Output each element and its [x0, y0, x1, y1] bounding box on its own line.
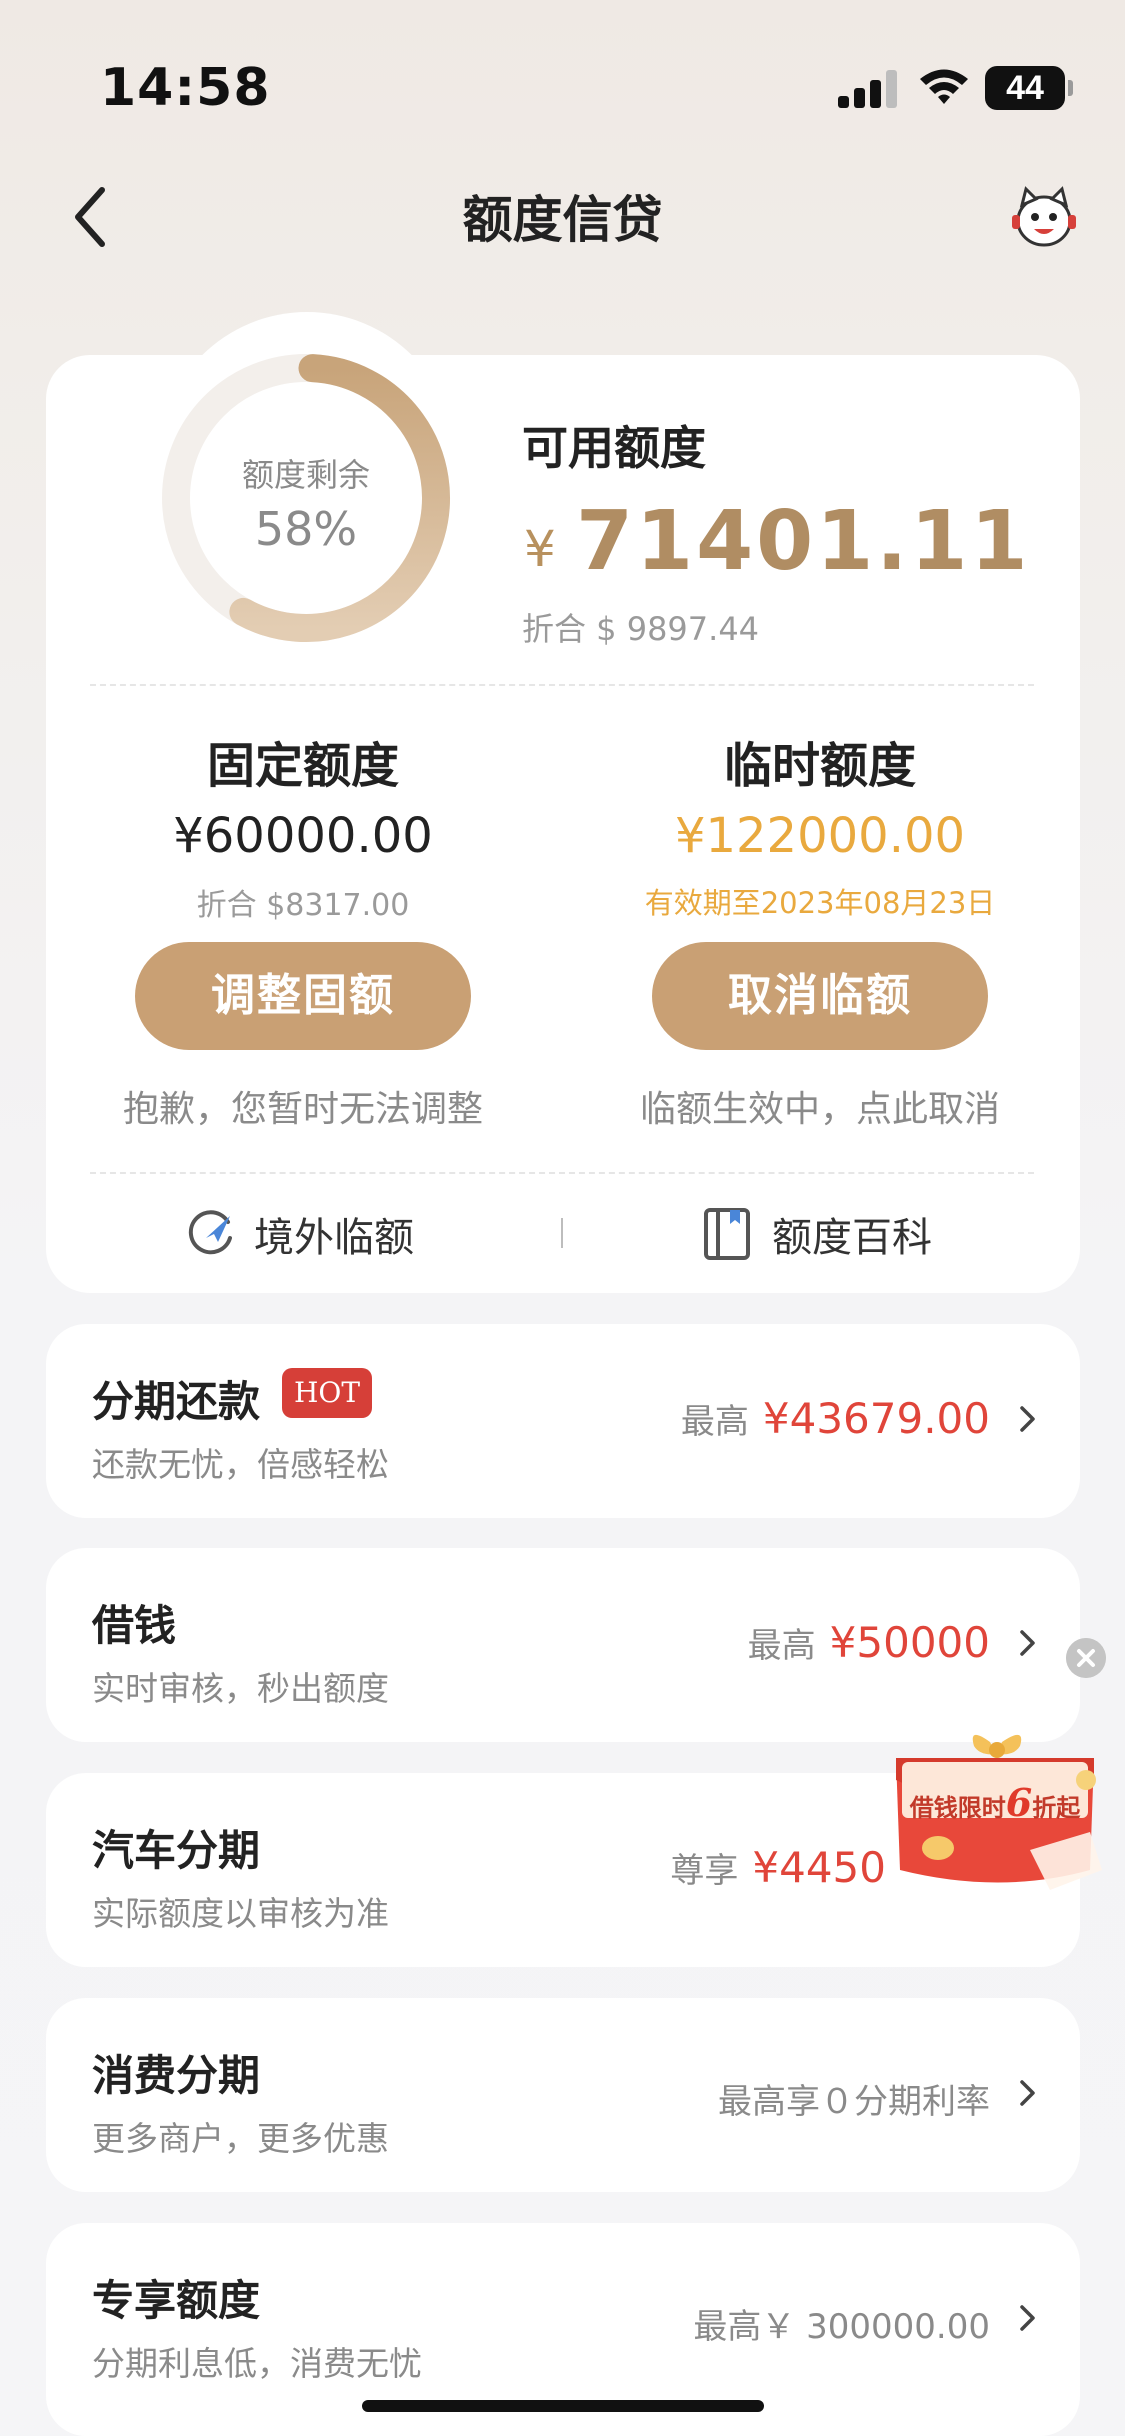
battery-icon: 44: [985, 66, 1073, 110]
mascot-icon[interactable]: [1010, 185, 1078, 249]
right-label: 尊享: [670, 1851, 739, 1891]
promo-discount: 6: [1005, 1780, 1033, 1825]
chevron-right-icon: [1020, 1630, 1035, 1656]
list-item-borrow[interactable]: 借钱 实时审核，秒出额度 最高 ¥50000: [46, 1548, 1080, 1742]
list-item-subtitle: 实时审核，秒出额度: [92, 1669, 389, 1708]
fixed-quota-note: 抱歉，您暂时无法调整: [122, 1089, 483, 1130]
right-label: 最高: [747, 1626, 816, 1666]
fixed-quota-amount: ¥60000.00: [173, 808, 433, 864]
quota-wiki-link[interactable]: 额度百科: [772, 1205, 932, 1263]
list-item-right: 最高￥ 300000.00: [693, 2299, 990, 2348]
chevron-right-icon: [1020, 2080, 1035, 2106]
temp-quota-expiry: 有效期至2023年08月23日: [644, 886, 996, 920]
chevron-right-icon: [1020, 2305, 1035, 2331]
right-label: 最高: [680, 1402, 749, 1442]
list-item-title: 消费分期: [92, 2051, 261, 2100]
list-item-title: 专享额度: [92, 2276, 261, 2325]
list-item-right: 尊享 ¥4450: [670, 1843, 886, 1892]
remaining-quota-ring: [162, 354, 450, 642]
adjust-fixed-button[interactable]: 调整固额: [135, 942, 471, 1050]
fixed-quota-title: 固定额度: [206, 738, 399, 794]
list-item-title: 汽车分期: [92, 1826, 261, 1875]
wifi-icon: [920, 69, 968, 104]
list-item-subtitle: 分期利息低，消费无忧: [92, 2344, 422, 2383]
promo-text[interactable]: 借钱限时6折起: [900, 1780, 1090, 1825]
list-item-subtitle: 更多商户，更多优惠: [92, 2119, 389, 2158]
overseas-temp-link[interactable]: 境外临额: [254, 1205, 414, 1263]
list-item-right: 最高 ¥43679.00: [681, 1394, 990, 1443]
page-title: 额度信贷: [462, 191, 663, 249]
right-label: 最高享０分期利率: [718, 2082, 990, 2122]
fixed-quota-usd: 折合 $8317.00: [196, 888, 410, 923]
temp-quota-amount: ¥122000.00: [674, 808, 966, 864]
list-item-title: 借钱: [92, 1601, 177, 1650]
right-value: ¥43679.00: [762, 1394, 990, 1443]
ring-percent: 58%: [254, 502, 358, 556]
right-value: ¥50000: [829, 1618, 990, 1667]
book-icon[interactable]: [702, 1208, 754, 1260]
home-indicator[interactable]: [362, 2400, 764, 2412]
cancel-temp-button[interactable]: 取消临额: [652, 942, 988, 1050]
list-item-subtitle: 还款无忧，倍感轻松: [92, 1445, 389, 1484]
promo-text-b: 折起: [1032, 1793, 1081, 1822]
list-item-installment-repay[interactable]: 分期还款 HOT 还款无忧，倍感轻松 最高 ¥43679.00: [46, 1324, 1080, 1518]
airplane-icon[interactable]: [184, 1208, 236, 1260]
list-item-title: 分期还款: [92, 1377, 261, 1426]
divider: [90, 684, 1034, 686]
cellular-signal-icon: [838, 70, 900, 108]
available-quota-label: 可用额度: [522, 421, 706, 475]
available-amount: 71401.11: [576, 494, 1031, 589]
currency-symbol: ¥: [524, 520, 556, 578]
right-label: 最高￥ 300000.00: [693, 2307, 990, 2347]
status-time: 14:58: [100, 58, 271, 118]
chevron-right-icon: [1020, 1406, 1035, 1432]
list-item-consumer-installment[interactable]: 消费分期 更多商户，更多优惠 最高享０分期利率: [46, 1998, 1080, 2192]
list-item-right: 最高 ¥50000: [748, 1618, 990, 1667]
list-item-right: 最高享０分期利率: [718, 2074, 990, 2123]
close-icon[interactable]: [1066, 1638, 1106, 1678]
right-value: ¥4450: [752, 1843, 886, 1892]
available-usd: 折合 $ 9897.44: [522, 610, 760, 648]
hot-badge: HOT: [282, 1368, 372, 1418]
list-item-subtitle: 实际额度以审核为准: [92, 1894, 389, 1933]
promo-text-a: 借钱限时: [909, 1793, 1006, 1822]
link-separator: [561, 1218, 563, 1248]
divider: [90, 1172, 1034, 1174]
ring-label: 额度剩余: [241, 456, 370, 494]
temp-quota-title: 临时额度: [723, 738, 916, 794]
temp-quota-note[interactable]: 临额生效中，点此取消: [610, 1080, 1030, 1132]
